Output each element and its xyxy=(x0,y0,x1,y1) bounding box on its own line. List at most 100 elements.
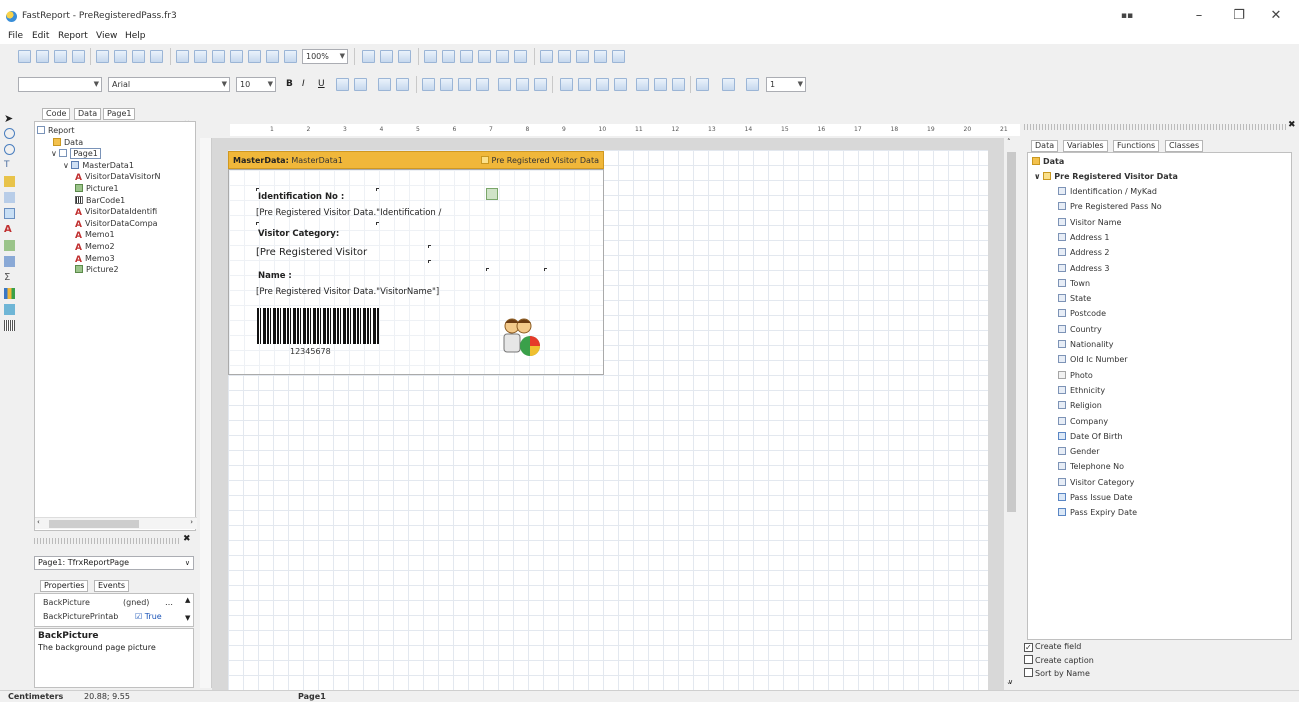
align-middle-icon[interactable] xyxy=(496,50,509,63)
scroll-up-icon[interactable]: ˄ xyxy=(1007,138,1011,146)
data-field[interactable]: Address 1 xyxy=(1058,232,1110,242)
tree-node[interactable]: A VisitorDataVisitorN xyxy=(75,172,161,183)
property-value[interactable]: ☑ True xyxy=(135,611,162,623)
back-color-icon[interactable] xyxy=(696,78,709,91)
font-size-select[interactable]: 10 ▼ xyxy=(236,77,276,92)
option-checkbox[interactable]: ✓ Create field xyxy=(1024,642,1081,652)
frame-none-icon[interactable] xyxy=(654,78,667,91)
new-dialog-icon[interactable] xyxy=(114,50,127,63)
frame-left-icon[interactable] xyxy=(596,78,609,91)
barcode1[interactable] xyxy=(257,308,379,344)
frame-color-icon[interactable] xyxy=(722,78,735,91)
data-root[interactable]: Data xyxy=(1032,157,1064,166)
data-field[interactable]: Ethnicity xyxy=(1058,385,1105,395)
redo-icon[interactable] xyxy=(248,50,261,63)
hand-icon[interactable] xyxy=(4,128,15,139)
center-horizontal-icon[interactable] xyxy=(576,50,589,63)
memo-visitor-category-label[interactable]: Visitor Category: xyxy=(258,229,339,239)
frame-style-icon[interactable] xyxy=(746,78,759,91)
data-field[interactable]: Postcode xyxy=(1058,309,1106,318)
paste-icon[interactable] xyxy=(212,50,225,63)
tree-horizontal-scrollbar[interactable]: ‹ › xyxy=(35,517,197,529)
scroll-down-icon[interactable]: ∨ xyxy=(1008,678,1013,686)
font-name-select[interactable]: Arial ▼ xyxy=(108,77,230,92)
tree-node[interactable]: Picture2 xyxy=(75,265,119,274)
option-checkbox[interactable]: Create caption xyxy=(1024,655,1094,665)
open-icon[interactable] xyxy=(36,50,49,63)
band-icon[interactable] xyxy=(4,192,15,203)
memo-visitor-category-value[interactable]: [Pre Registered Visitor xyxy=(256,247,367,258)
frame-all-icon[interactable] xyxy=(636,78,649,91)
bold-button[interactable]: B xyxy=(286,79,293,89)
data-field[interactable]: Pre Registered Pass No xyxy=(1058,202,1162,211)
memo-identification-value[interactable]: [Pre Registered Visitor Data."Identifica… xyxy=(256,208,441,218)
collapse-icon[interactable]: ∨ xyxy=(63,161,71,170)
copy-icon[interactable] xyxy=(194,50,207,63)
align-center-icon[interactable] xyxy=(442,50,455,63)
masterdata-band-header[interactable]: MasterData: MasterData1 Pre Registered V… xyxy=(228,151,604,169)
group-icon[interactable] xyxy=(266,50,279,63)
data-field[interactable]: Identification / MyKad xyxy=(1058,187,1157,196)
data-field[interactable]: Gender xyxy=(1058,447,1099,456)
barcode-tool-icon[interactable] xyxy=(4,320,15,331)
shape-tool-icon[interactable] xyxy=(4,304,15,315)
tree-node[interactable]: Data xyxy=(53,137,83,147)
scroll-up-icon[interactable]: ▲ xyxy=(185,596,190,604)
space-vertical-icon[interactable] xyxy=(558,50,571,63)
align-left-icon[interactable] xyxy=(424,50,437,63)
maximize-button[interactable]: ❐ xyxy=(1221,6,1257,26)
tab-data[interactable]: Data xyxy=(74,108,102,120)
data-field[interactable]: Address 3 xyxy=(1058,263,1110,273)
checkbox-checked-icon[interactable]: ✓ xyxy=(1024,643,1033,652)
object-select[interactable]: Page1: TfrxReportPage ∨ xyxy=(34,556,194,570)
select-arrow-icon[interactable]: ➤ xyxy=(4,112,15,125)
delete-page-icon[interactable] xyxy=(132,50,145,63)
valign-bottom-icon[interactable] xyxy=(534,78,547,91)
panel-close-icon[interactable]: ✖ xyxy=(1288,120,1296,130)
text-tool-icon[interactable]: T xyxy=(4,160,15,171)
new-report-icon[interactable] xyxy=(18,50,31,63)
style-select[interactable]: ▼ xyxy=(18,77,102,92)
align-right-icon[interactable] xyxy=(460,50,473,63)
panel-close-icon[interactable]: ✖ xyxy=(183,534,191,544)
scroll-down-icon[interactable]: ▼ xyxy=(185,614,190,622)
frame-top-icon[interactable] xyxy=(560,78,573,91)
data-field[interactable]: Address 2 xyxy=(1058,248,1110,257)
band-dataset[interactable]: Pre Registered Visitor Data xyxy=(480,156,599,165)
save-icon[interactable] xyxy=(54,50,67,63)
data-field[interactable]: Country xyxy=(1058,324,1102,334)
menu-view[interactable]: View xyxy=(96,31,117,41)
minimize-button[interactable]: – xyxy=(1181,6,1217,26)
tab-code[interactable]: Code xyxy=(42,108,71,120)
page-settings-icon[interactable] xyxy=(150,50,163,63)
menu-report[interactable]: Report xyxy=(58,31,88,41)
scroll-left-icon[interactable]: ‹ xyxy=(37,518,40,526)
sum-tool-icon[interactable]: Σ xyxy=(4,272,15,283)
underline-button[interactable]: U xyxy=(318,79,325,89)
text-justify-icon[interactable] xyxy=(476,78,489,91)
property-row[interactable]: BackPicturePrintab ☑ True xyxy=(35,611,193,623)
checkbox-tool-icon[interactable] xyxy=(4,208,15,219)
data-field[interactable]: Visitor Name xyxy=(1058,217,1121,227)
format-painter-icon[interactable] xyxy=(4,176,15,187)
data-field[interactable]: Old Ic Number xyxy=(1058,355,1128,364)
tab-functions[interactable]: Functions xyxy=(1113,140,1160,152)
same-width-icon[interactable] xyxy=(612,50,625,63)
tree-node[interactable]: A Memo3 xyxy=(75,254,115,265)
data-field[interactable]: Nationality xyxy=(1058,340,1113,349)
checkbox-icon[interactable] xyxy=(1024,655,1033,664)
collapse-icon[interactable]: ∨ xyxy=(51,149,59,158)
memo-name-label[interactable]: Name : xyxy=(258,271,292,281)
chart-tool-icon[interactable] xyxy=(4,288,15,299)
text-align-right-icon[interactable] xyxy=(458,78,471,91)
tab-events[interactable]: Events xyxy=(94,580,130,592)
close-button[interactable]: ✕ xyxy=(1258,6,1294,26)
data-field[interactable]: Town xyxy=(1058,278,1090,288)
tree-node[interactable]: ∨ MasterData1 xyxy=(63,160,134,170)
tree-node[interactable]: Report xyxy=(37,126,75,135)
tab-properties[interactable]: Properties xyxy=(40,580,89,592)
highlight-icon[interactable] xyxy=(336,78,349,91)
memo-name-value[interactable]: [Pre Registered Visitor Data."VisitorNam… xyxy=(256,287,439,297)
memo-tool-icon[interactable]: A xyxy=(4,224,15,235)
option-checkbox[interactable]: Sort by Name xyxy=(1024,668,1090,678)
